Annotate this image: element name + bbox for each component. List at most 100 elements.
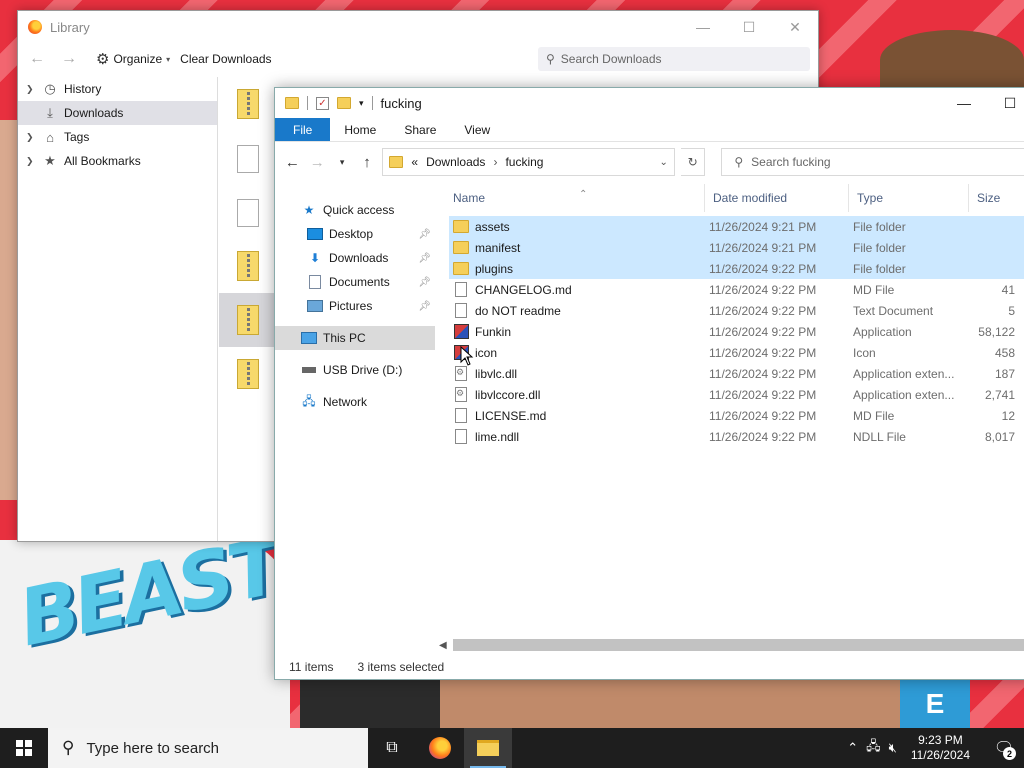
library-titlebar[interactable]: Library — ☐ ✕ [18, 11, 818, 43]
volume-muted-icon[interactable]: 🔇︎ [889, 740, 897, 756]
nav-network[interactable]: 🖧︎ Network [275, 390, 435, 414]
forward-arrow-icon[interactable]: → [308, 154, 327, 171]
file-row[interactable]: LICENSE.md 11/26/2024 9:22 PM MD File 12 [449, 405, 1024, 426]
nav-pictures[interactable]: Pictures 📌︎ [275, 294, 435, 318]
file-row[interactable]: libvlccore.dll 11/26/2024 9:22 PM Applicat… [449, 384, 1024, 405]
column-date-modified[interactable]: Date modified [705, 184, 849, 212]
tab-home[interactable]: Home [330, 118, 390, 141]
sort-ascending-icon: ⌃ [579, 188, 588, 200]
back-arrow-icon[interactable]: ← [283, 154, 302, 171]
file-name: plugins [475, 261, 514, 276]
sidebar-item-downloads[interactable]: ⤓ Downloads [18, 101, 217, 125]
nav-desktop[interactable]: Desktop 📌︎ [275, 222, 435, 246]
scroll-left-icon[interactable]: ◀ [439, 640, 453, 651]
nav-this-pc[interactable]: This PC [275, 326, 435, 350]
network-icon[interactable]: 🖧︎ [866, 737, 881, 759]
pin-icon[interactable]: 📌︎ [418, 301, 431, 312]
document-icon[interactable] [237, 199, 259, 227]
file-row[interactable]: CHANGELOG.md 11/26/2024 9:22 PM MD File 41 [449, 279, 1024, 300]
clock[interactable]: 9:23 PM 11/26/2024 [905, 733, 976, 763]
file-row[interactable]: do NOT readme 11/26/2024 9:22 PM Text Docu… [449, 300, 1024, 321]
chevron-up-icon[interactable]: ⌃ [847, 740, 858, 756]
clear-downloads-button[interactable]: Clear Downloads [180, 52, 271, 66]
minimize-icon[interactable]: — [941, 88, 987, 118]
column-size[interactable]: Size [969, 184, 1021, 212]
chevron-down-icon[interactable]: ⌄ [659, 157, 667, 168]
sidebar-item-label: All Bookmarks [64, 154, 141, 168]
close-icon[interactable]: ✕ [772, 11, 818, 43]
zip-file-icon[interactable] [237, 359, 259, 389]
task-view-button[interactable]: ⧉ [368, 728, 416, 768]
search-icon: ⚲ [62, 738, 75, 757]
back-arrow-icon[interactable]: ← [26, 50, 48, 68]
wallpaper-can: E [900, 680, 970, 728]
breadcrumb-current[interactable]: fucking [505, 155, 543, 169]
scrollbar-thumb[interactable] [453, 639, 1024, 651]
forward-arrow-icon[interactable]: → [58, 50, 80, 68]
chevron-down-icon[interactable]: ▾ [359, 98, 364, 109]
file-type: Application [853, 324, 912, 339]
file-row[interactable]: icon 11/26/2024 9:22 PM Icon 458 [449, 342, 1024, 363]
pin-icon[interactable]: 📌︎ [418, 277, 431, 288]
explorer-window[interactable]: ✓ ▾ fucking — ☐ File Home Share View ← →… [274, 87, 1024, 680]
pin-icon[interactable]: 📌︎ [418, 229, 431, 240]
file-row[interactable]: plugins 11/26/2024 9:22 PM File folder [449, 258, 1024, 279]
tab-share[interactable]: Share [390, 118, 450, 141]
file-date: 11/26/2024 9:22 PM [709, 408, 817, 423]
nav-downloads[interactable]: ⬇ Downloads 📌︎ [275, 246, 435, 270]
library-search-input[interactable]: ⚲ Search Downloads [538, 47, 810, 71]
sidebar-item-history[interactable]: ❯ ◷ History [18, 77, 217, 101]
zip-file-icon[interactable] [237, 305, 259, 335]
desktop-icon [307, 228, 323, 240]
up-arrow-icon[interactable]: ↑ [358, 154, 377, 171]
chevron-right-icon[interactable]: ❯ [26, 132, 36, 143]
properties-icon[interactable]: ✓ [316, 96, 329, 110]
file-row[interactable]: libvlc.dll 11/26/2024 9:22 PM Application … [449, 363, 1024, 384]
taskbar-file-explorer[interactable] [464, 728, 512, 768]
ribbon-tabs: File Home Share View [275, 118, 1024, 142]
minimize-icon[interactable]: — [680, 11, 726, 43]
file-row[interactable]: Funkin 11/26/2024 9:22 PM Application 58,12… [449, 321, 1024, 342]
address-bar[interactable]: « Downloads › fucking ⌄ [382, 148, 675, 176]
dll-icon [455, 387, 467, 402]
taskbar-firefox[interactable] [416, 728, 464, 768]
file-row[interactable]: assets 11/26/2024 9:21 PM File folder [449, 216, 1024, 237]
file-row[interactable]: manifest 11/26/2024 9:21 PM File folder [449, 237, 1024, 258]
chevron-right-icon[interactable]: ❯ [26, 156, 36, 167]
image-file-icon[interactable] [237, 145, 259, 173]
file-date: 11/26/2024 9:22 PM [709, 303, 817, 318]
file-type: Application exten... [853, 366, 955, 381]
tab-file[interactable]: File [275, 118, 331, 141]
nav-usb-drive[interactable]: USB Drive (D:) [275, 358, 435, 382]
file-type: Icon [853, 345, 876, 360]
file-row[interactable]: lime.ndll 11/26/2024 9:22 PM NDLL File 8,01… [449, 426, 1024, 447]
maximize-icon[interactable]: ☐ [726, 11, 772, 43]
dll-icon [455, 366, 467, 381]
file-name-cell: manifest [449, 240, 705, 256]
recent-locations-icon[interactable]: ▾ [333, 157, 352, 168]
tab-view[interactable]: View [450, 118, 504, 141]
nav-label: Quick access [323, 203, 395, 217]
taskbar-search-input[interactable]: ⚲ Type here to search [48, 728, 368, 768]
nav-quick-access[interactable]: ★ Quick access [275, 198, 435, 222]
breadcrumb-downloads[interactable]: Downloads [426, 155, 485, 169]
organize-button[interactable]: ⚙ Organize ▾ [96, 50, 170, 68]
chevron-right-icon[interactable]: ❯ [26, 84, 36, 95]
horizontal-scrollbar[interactable]: ◀ [439, 637, 1024, 653]
file-type: MD File [853, 408, 895, 423]
zip-file-icon[interactable] [237, 89, 259, 119]
maximize-icon[interactable]: ☐ [987, 88, 1024, 118]
sidebar-item-tags[interactable]: ❯ ⌂ Tags [18, 125, 217, 149]
column-headers: ⌃ Name Date modified Type Size [445, 184, 1024, 212]
notifications-button[interactable]: 🗨︎ 2 [984, 728, 1024, 768]
nav-documents[interactable]: Documents 📌︎ [275, 270, 435, 294]
search-input[interactable]: ⚲ Search fucking [721, 148, 1024, 176]
zip-file-icon[interactable] [237, 251, 259, 281]
sidebar-item-all-bookmarks[interactable]: ❯ ★ All Bookmarks [18, 149, 217, 173]
pin-icon[interactable]: 📌︎ [418, 253, 431, 264]
start-button[interactable] [0, 728, 48, 768]
column-type[interactable]: Type [849, 184, 969, 212]
new-folder-icon[interactable] [337, 97, 351, 109]
refresh-icon[interactable]: ↻ [680, 148, 706, 176]
explorer-titlebar[interactable]: ✓ ▾ fucking — ☐ [275, 88, 1024, 118]
